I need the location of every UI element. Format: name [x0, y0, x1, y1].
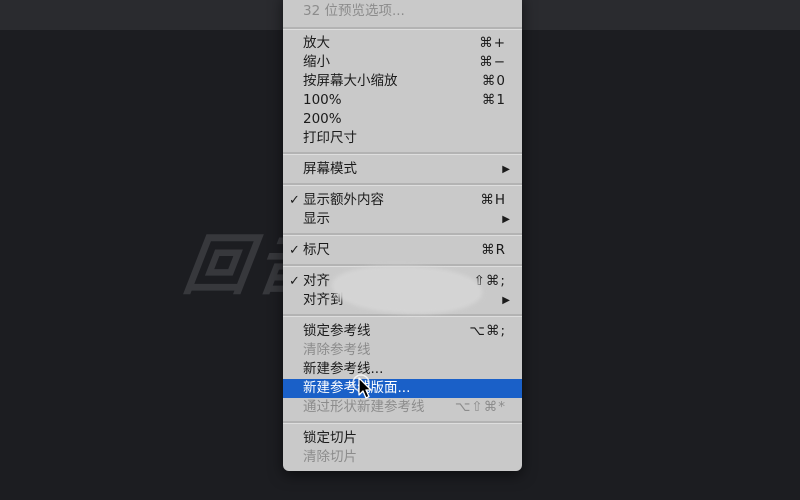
- checkmark-icon: ✓: [289, 274, 300, 289]
- menu-item-zoom-in[interactable]: 放大 ⌘+: [283, 34, 522, 53]
- menu-item-label: 对齐: [303, 273, 330, 289]
- menu-item-lock-guides[interactable]: 锁定参考线 ⌥⌘;: [283, 322, 522, 341]
- menu-item-shortcut: ⌥⇧⌘*: [454, 399, 506, 415]
- submenu-arrow-icon: ▶: [502, 164, 510, 175]
- menu-item-fit-on-screen[interactable]: 按屏幕大小缩放 ⌘0: [283, 72, 522, 91]
- menu-item-shortcut: ⌘H: [480, 192, 506, 208]
- menu-item-label: 放大: [303, 35, 330, 51]
- menu-item-shortcut: ⌘+: [479, 35, 506, 51]
- menu-item-extras[interactable]: ✓ 显示额外内容 ⌘H: [283, 191, 522, 210]
- menu-separator: [283, 421, 522, 424]
- menu-item-200-percent[interactable]: 200%: [283, 110, 522, 129]
- submenu-arrow-icon: ▶: [502, 295, 510, 306]
- menu-item-label: 清除参考线: [303, 342, 371, 358]
- view-menu-dropdown: 32 位预览选项... 放大 ⌘+ 缩小 ⌘− 按屏幕大小缩放 ⌘0 100% …: [283, 0, 522, 471]
- menu-item-rulers[interactable]: ✓ 标尺 ⌘R: [283, 241, 522, 260]
- checkmark-icon: ✓: [289, 193, 300, 208]
- menu-item-32bit-preview-options[interactable]: 32 位预览选项...: [283, 2, 522, 21]
- menu-item-label: 清除切片: [303, 449, 357, 465]
- menu-separator: [283, 183, 522, 186]
- menu-item-new-guide-layout[interactable]: 新建参考线版面...: [283, 379, 522, 398]
- menu-item-shortcut: ⌘0: [481, 73, 506, 89]
- menu-item-label: 打印尺寸: [303, 130, 357, 146]
- app-background: 回音 会 32 位预览选项... 放大 ⌘+ 缩小 ⌘− 按屏幕大小缩放 ⌘0 …: [0, 0, 800, 500]
- menu-item-zoom-out[interactable]: 缩小 ⌘−: [283, 53, 522, 72]
- menu-item-label: 通过形状新建参考线: [303, 399, 425, 415]
- menu-item-shortcut: ⌥⌘;: [469, 323, 506, 339]
- menu-item-label: 200%: [303, 111, 342, 127]
- menu-item-shortcut: ⌘1: [481, 92, 506, 108]
- menu-item-clear-guides[interactable]: 清除参考线: [283, 341, 522, 360]
- checkmark-icon: ✓: [289, 243, 300, 258]
- menu-item-label: 32 位预览选项...: [303, 3, 405, 19]
- menu-separator: [283, 27, 522, 30]
- menu-separator: [283, 314, 522, 317]
- menu-item-show[interactable]: 显示 ▶: [283, 210, 522, 229]
- menu-item-screen-mode[interactable]: 屏幕模式 ▶: [283, 160, 522, 179]
- menu-item-label: 锁定参考线: [303, 323, 371, 339]
- menu-item-new-guides-from-shape[interactable]: 通过形状新建参考线 ⌥⇧⌘*: [283, 398, 522, 417]
- menu-item-label: 标尺: [303, 242, 330, 258]
- menu-item-new-guide[interactable]: 新建参考线...: [283, 360, 522, 379]
- menu-item-label: 屏幕模式: [303, 161, 357, 177]
- menu-item-label: 锁定切片: [303, 430, 357, 446]
- menu-item-label: 缩小: [303, 54, 330, 70]
- menu-item-shortcut: ⌘−: [479, 54, 506, 70]
- menu-item-100-percent[interactable]: 100% ⌘1: [283, 91, 522, 110]
- menu-item-label: 显示: [303, 211, 330, 227]
- menu-separator: [283, 233, 522, 236]
- menu-item-label: 100%: [303, 92, 342, 108]
- mouse-pointer-icon: [352, 374, 372, 399]
- menu-item-shortcut: ⌘R: [481, 242, 506, 258]
- menu-item-label: 显示额外内容: [303, 192, 384, 208]
- menu-item-label: 按屏幕大小缩放: [303, 73, 398, 89]
- menu-item-lock-slices[interactable]: 锁定切片: [283, 429, 522, 448]
- menu-separator: [283, 152, 522, 155]
- menu-item-print-size[interactable]: 打印尺寸: [283, 129, 522, 148]
- submenu-arrow-icon: ▶: [502, 214, 510, 225]
- menu-item-clear-slices[interactable]: 清除切片: [283, 448, 522, 467]
